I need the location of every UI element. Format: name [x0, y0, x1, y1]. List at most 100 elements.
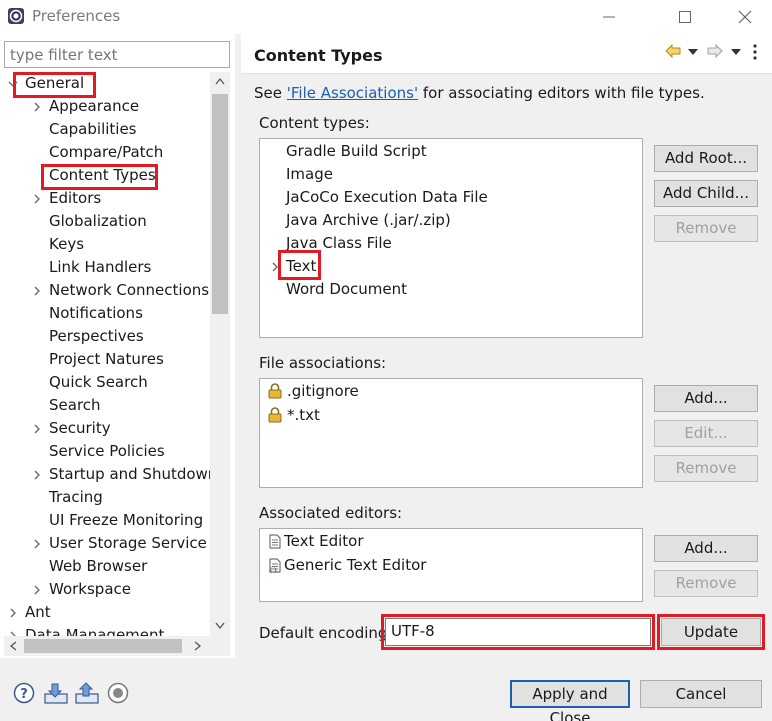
collapsed-chevron-icon[interactable] [31, 101, 43, 113]
associated-editors-list[interactable]: Text Editor {} Generic Text Editor [259, 528, 643, 602]
tree-item-globalization[interactable]: Globalization [4, 210, 210, 233]
tree-item-link-handlers[interactable]: Link Handlers [4, 256, 210, 279]
forward-arrow-icon[interactable] [707, 44, 723, 58]
hint-suffix: for associating editors with file types. [418, 84, 705, 102]
tree-item-compare-patch[interactable]: Compare/Patch [4, 141, 210, 164]
add-file-association-button[interactable]: Add... [654, 385, 758, 412]
remove-editor-button[interactable]: Remove [654, 570, 758, 597]
tree-item-network-connections[interactable]: Network Connections [4, 279, 210, 302]
tree-item-capabilities[interactable]: Capabilities [4, 118, 210, 141]
record-icon[interactable] [107, 682, 129, 704]
tree-item-tracing[interactable]: Tracing [4, 486, 210, 509]
page-title: Content Types [254, 46, 383, 65]
tree-item-search[interactable]: Search [4, 394, 210, 417]
content-type-label: Java Archive (.jar/.zip) [286, 211, 451, 229]
back-history-dropdown-icon[interactable] [688, 49, 698, 55]
content-types-tree[interactable]: Gradle Build Script Image JaCoCo Execution… [259, 138, 643, 338]
tree-item-notifications[interactable]: Notifications [4, 302, 210, 325]
scroll-left-icon[interactable] [9, 641, 17, 651]
view-menu-icon[interactable] [752, 44, 758, 60]
export-preferences-icon[interactable] [75, 682, 99, 704]
tree-item-label: Service Policies [49, 442, 165, 460]
tree-horizontal-scroll-thumb[interactable] [24, 639, 182, 653]
tree-horizontal-scrollbar[interactable] [4, 636, 210, 656]
tree-item-label: Web Browser [49, 557, 148, 575]
file-association-item[interactable]: .gitignore [260, 380, 640, 403]
tree-item-label: Ant [25, 603, 51, 621]
maximize-icon [679, 11, 691, 23]
remove-file-association-button[interactable]: Remove [654, 455, 758, 482]
content-type-gradle-build-script[interactable]: Gradle Build Script [260, 140, 640, 163]
tree-item-workspace[interactable]: Workspace [4, 578, 210, 601]
eclipse-app-icon [8, 8, 24, 24]
collapsed-chevron-icon[interactable] [31, 584, 43, 596]
tree-item-label: Startup and Shutdown [49, 465, 210, 483]
collapsed-chevron-icon[interactable] [31, 285, 43, 297]
apply-and-close-button[interactable]: Apply and Close [510, 680, 630, 721]
scroll-right-icon[interactable] [194, 641, 202, 651]
highlight-update-button [657, 614, 765, 650]
cancel-button[interactable]: Cancel [640, 680, 762, 708]
tree-item-label: Compare/Patch [49, 143, 164, 161]
content-type-jacoco-execution-data-file[interactable]: JaCoCo Execution Data File [260, 186, 640, 209]
collapsed-chevron-icon[interactable] [31, 538, 43, 550]
tree-vertical-scrollbar[interactable] [210, 72, 230, 636]
associated-editor-item[interactable]: Text Editor [260, 530, 640, 553]
content-type-label: JaCoCo Execution Data File [286, 188, 488, 206]
edit-file-association-button[interactable]: Edit... [654, 420, 758, 447]
tree-item-user-storage-service[interactable]: User Storage Service [4, 532, 210, 555]
close-button[interactable] [722, 4, 768, 30]
tree-item-data-management[interactable]: Data Management [4, 624, 210, 636]
content-type-label: Image [286, 165, 333, 183]
tree-item-startup-and-shutdown[interactable]: Startup and Shutdown [4, 463, 210, 486]
file-association-item[interactable]: *.txt [260, 404, 640, 427]
tree-item-appearance[interactable]: Appearance [4, 95, 210, 118]
tree-item-label: Appearance [49, 97, 140, 115]
tree-item-perspectives[interactable]: Perspectives [4, 325, 210, 348]
maximize-button[interactable] [662, 4, 708, 30]
back-arrow-icon[interactable] [665, 44, 681, 58]
tree-item-project-natures[interactable]: Project Natures [4, 348, 210, 371]
tree-item-ui-freeze-monitoring[interactable]: UI Freeze Monitoring [4, 509, 210, 532]
content-type-word-document[interactable]: Word Document [260, 278, 640, 301]
tree-item-label: UI Freeze Monitoring [49, 511, 204, 529]
tree-item-ant[interactable]: Ant [4, 601, 210, 624]
filter-input[interactable] [4, 41, 230, 68]
tree-item-web-browser[interactable]: Web Browser [4, 555, 210, 578]
collapsed-chevron-icon[interactable] [31, 423, 43, 435]
content-type-java-archive-jar-zip[interactable]: Java Archive (.jar/.zip) [260, 209, 640, 232]
file-association-label: .gitignore [287, 382, 359, 400]
collapsed-chevron-icon[interactable] [31, 469, 43, 481]
lock-icon [268, 407, 282, 423]
collapsed-chevron-icon[interactable] [7, 607, 19, 619]
content-type-image[interactable]: Image [260, 163, 640, 186]
hint-prefix: See [254, 84, 287, 102]
associated-editor-label: Generic Text Editor [284, 556, 427, 574]
minimize-button[interactable] [586, 4, 632, 30]
tree-item-service-policies[interactable]: Service Policies [4, 440, 210, 463]
tree-item-security[interactable]: Security [4, 417, 210, 440]
lock-icon [268, 383, 282, 399]
remove-content-type-button[interactable]: Remove [654, 215, 758, 242]
associated-editor-label: Text Editor [284, 532, 364, 550]
add-child-button[interactable]: Add Child... [654, 180, 758, 207]
associated-editor-item[interactable]: {} Generic Text Editor [260, 554, 640, 577]
file-associations-list[interactable]: .gitignore *.txt [259, 378, 643, 488]
tree-item-quick-search[interactable]: Quick Search [4, 371, 210, 394]
scroll-down-icon[interactable] [215, 622, 225, 630]
tree-item-keys[interactable]: Keys [4, 233, 210, 256]
tree-vertical-scroll-thumb[interactable] [212, 94, 228, 314]
tree-item-label: Search [49, 396, 101, 414]
help-icon[interactable]: ? [13, 682, 35, 704]
tree-item-label: Project Natures [49, 350, 164, 368]
import-preferences-icon[interactable] [44, 682, 68, 704]
tree-item-label: Data Management [25, 626, 165, 636]
add-root-button[interactable]: Add Root... [654, 145, 758, 172]
tree-item-editors[interactable]: Editors [4, 187, 210, 210]
scroll-up-icon[interactable] [215, 77, 225, 85]
collapsed-chevron-icon[interactable] [31, 193, 43, 205]
add-editor-button[interactable]: Add... [654, 535, 758, 562]
forward-history-dropdown-icon[interactable] [731, 49, 741, 55]
file-associations-link[interactable]: 'File Associations' [287, 84, 418, 102]
highlight-general [13, 72, 96, 98]
